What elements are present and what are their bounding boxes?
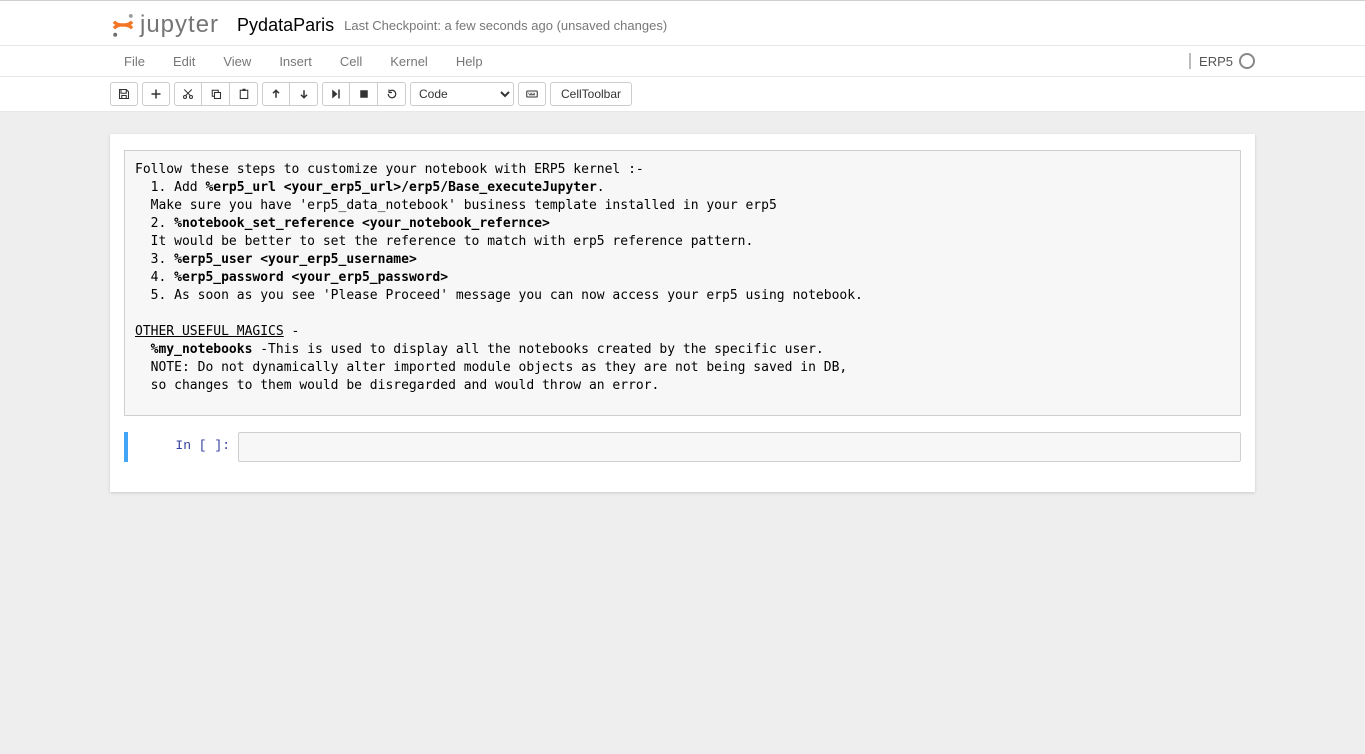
arrow-up-icon: [270, 88, 282, 100]
jupyter-icon: [110, 12, 136, 38]
paste-button[interactable]: [230, 82, 258, 106]
kernel-name: ERP5: [1199, 54, 1233, 69]
checkpoint-status: Last Checkpoint: a few seconds ago (unsa…: [344, 18, 667, 33]
menu-help[interactable]: Help: [442, 48, 497, 75]
cut-button[interactable]: [174, 82, 202, 106]
restart-button[interactable]: [378, 82, 406, 106]
step-forward-icon: [330, 88, 342, 100]
menu-cell[interactable]: Cell: [326, 48, 376, 75]
plus-icon: [150, 88, 162, 100]
menu-file[interactable]: File: [110, 48, 159, 75]
interrupt-button[interactable]: [350, 82, 378, 106]
cell-toolbar-button[interactable]: CellToolbar: [550, 82, 632, 106]
menu-kernel[interactable]: Kernel: [376, 48, 442, 75]
input-prompt: In [ ]:: [130, 432, 238, 453]
refresh-icon: [386, 88, 398, 100]
menu-bar: File Edit View Insert Cell Kernel Help E…: [0, 46, 1365, 77]
move-up-button[interactable]: [262, 82, 290, 106]
code-input[interactable]: [238, 432, 1241, 462]
paste-icon: [238, 88, 250, 100]
kernel-indicator-icon: [1239, 53, 1255, 69]
jupyter-wordmark: jupyter: [140, 11, 219, 39]
cut-icon: [182, 88, 194, 100]
copy-button[interactable]: [202, 82, 230, 106]
kernel-instructions-output: Follow these steps to customize your not…: [124, 150, 1241, 416]
arrow-down-icon: [298, 88, 310, 100]
notebook-header: jupyter PydataParis Last Checkpoint: a f…: [0, 5, 1365, 46]
notebook-body: Follow these steps to customize your not…: [0, 112, 1365, 754]
menu-view[interactable]: View: [209, 48, 265, 75]
cell-type-select[interactable]: Code: [410, 82, 514, 106]
save-icon: [118, 88, 130, 100]
notebook-title[interactable]: PydataParis: [237, 15, 334, 36]
keyboard-icon: [526, 88, 538, 100]
command-palette-button[interactable]: [518, 82, 546, 106]
notebook-container: Follow these steps to customize your not…: [110, 134, 1255, 492]
code-cell[interactable]: In [ ]:: [124, 432, 1241, 462]
menu-insert[interactable]: Insert: [265, 48, 326, 75]
save-button[interactable]: [110, 82, 138, 106]
tool-bar: Code CellToolbar: [0, 77, 1365, 112]
stop-icon: [358, 88, 370, 100]
run-button[interactable]: [322, 82, 350, 106]
move-down-button[interactable]: [290, 82, 318, 106]
copy-icon: [210, 88, 222, 100]
menu-edit[interactable]: Edit: [159, 48, 209, 75]
jupyter-logo[interactable]: jupyter: [110, 11, 219, 39]
add-cell-button[interactable]: [142, 82, 170, 106]
